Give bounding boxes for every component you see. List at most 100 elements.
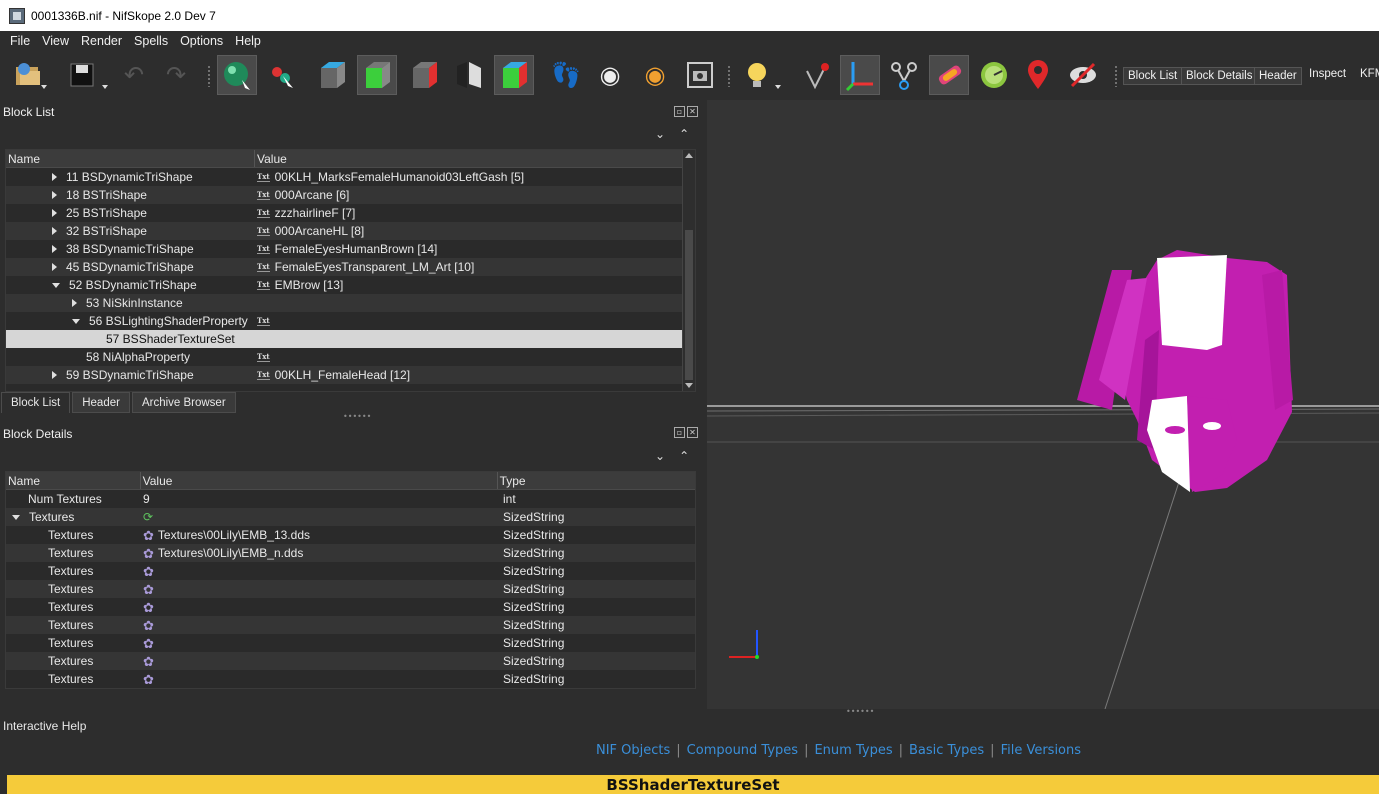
show-markers-button[interactable]: ◉ (635, 55, 675, 95)
select-object-button[interactable] (217, 55, 257, 95)
block-list-row[interactable]: 18 BSTriShape Txt 000Arcane [6] (6, 186, 695, 204)
block-list-scrollbar[interactable] (682, 150, 695, 391)
collapse-all-icon[interactable]: ⌃ (679, 127, 689, 141)
detail-row[interactable]: Textures ✿ SizedString (6, 562, 695, 580)
screenshot-button[interactable] (680, 55, 720, 95)
menu-spells[interactable]: Spells (128, 34, 174, 48)
undo-button[interactable]: ↶ (114, 55, 154, 95)
close-icon[interactable]: ✕ (687, 106, 698, 117)
expand-arrow-icon[interactable] (52, 245, 57, 253)
block-list-row[interactable]: 58 NiAlphaProperty Txt (6, 348, 695, 366)
detail-row[interactable]: Textures ✿ SizedString (6, 634, 695, 652)
column-name[interactable]: Name (6, 150, 255, 167)
block-list-row[interactable]: 11 BSDynamicTriShape Txt 00KLH_MarksFemale… (6, 168, 695, 186)
collapse-all-icon[interactable]: ⌃ (679, 449, 689, 463)
scroll-down-icon[interactable] (685, 383, 693, 388)
detail-row[interactable]: Textures ✿ Textures\00Lily\EMB_13.dds Sized… (6, 526, 695, 544)
redo-button[interactable]: ↷ (156, 55, 196, 95)
detail-row[interactable]: Textures ✿ SizedString (6, 616, 695, 634)
link-enum-types[interactable]: Enum Types (814, 743, 892, 758)
expand-arrow-icon[interactable] (52, 371, 57, 379)
toggle-block-details-button[interactable]: Block Details (1181, 67, 1258, 85)
texture-choose-icon[interactable]: ✿ (143, 673, 154, 686)
detail-value-cell[interactable]: 9 (141, 490, 499, 508)
block-list-row[interactable]: 32 BSTriShape Txt 000ArcaneHL [8] (6, 222, 695, 240)
select-vertex-button[interactable] (262, 55, 302, 95)
column-value[interactable]: Value (255, 150, 683, 167)
block-list-tree[interactable]: Name Value 11 BSDynamicTriShape Txt 00KLH_… (5, 149, 696, 392)
open-file-button[interactable] (8, 55, 48, 95)
draw-constraints-button[interactable] (974, 55, 1014, 95)
block-list-row[interactable]: 38 BSDynamicTriShape Txt FemaleEyesHumanBr… (6, 240, 695, 258)
menu-options[interactable]: Options (174, 34, 229, 48)
block-list-row[interactable]: 45 BSDynamicTriShape Txt FemaleEyesTranspa… (6, 258, 695, 276)
detail-value-cell[interactable]: ✿ (141, 670, 499, 688)
block-list-row[interactable]: 53 NiSkinInstance (6, 294, 695, 312)
detail-value-cell[interactable]: ✿ (141, 562, 499, 580)
expand-all-icon[interactable]: ⌄ (655, 127, 665, 141)
expand-arrow-icon[interactable] (52, 227, 57, 235)
walk-mode-button[interactable]: 👣 (546, 55, 586, 95)
detail-value-cell[interactable]: ✿ (141, 616, 499, 634)
tab-archive-browser[interactable]: Archive Browser (131, 392, 236, 413)
menu-render[interactable]: Render (75, 34, 128, 48)
block-details-tree[interactable]: Name Value Type Num Textures 9 int Textures… (5, 471, 696, 689)
view-front-button[interactable] (357, 55, 397, 95)
detail-row[interactable]: Textures ✿ SizedString (6, 652, 695, 670)
lighting-button[interactable] (737, 55, 777, 95)
draw-nodes-button[interactable] (797, 55, 837, 95)
detail-value-cell[interactable]: ✿ Textures\00Lily\EMB_n.dds (141, 544, 499, 562)
detail-value-cell[interactable]: ✿ (141, 598, 499, 616)
collapse-arrow-icon[interactable] (72, 318, 80, 324)
detail-row[interactable]: Textures ✿ SizedString (6, 670, 695, 688)
float-icon[interactable]: ▫ (674, 106, 685, 117)
draw-furniture-button[interactable] (1018, 55, 1058, 95)
expand-arrow-icon[interactable] (72, 299, 77, 307)
inspect-button[interactable]: Inspect (1309, 68, 1346, 80)
link-file-versions[interactable]: File Versions (1001, 743, 1081, 758)
block-list-row[interactable]: 56 BSLightingShaderProperty Txt (6, 312, 695, 330)
menu-file[interactable]: File (4, 34, 36, 48)
float-icon[interactable]: ▫ (674, 427, 685, 438)
block-list-row[interactable]: 25 BSTriShape Txt zzzhairlineF [7] (6, 204, 695, 222)
view-perspective-button[interactable] (450, 55, 490, 95)
viewport-splitter-handle[interactable]: •••••• (846, 707, 874, 716)
collapse-arrow-icon[interactable] (12, 514, 20, 520)
block-list-row[interactable]: 52 BSDynamicTriShape Txt EMBrow [13] (6, 276, 695, 294)
scroll-up-icon[interactable] (685, 153, 693, 158)
detail-row[interactable]: Num Textures 9 int (6, 490, 695, 508)
texture-choose-icon[interactable]: ✿ (143, 529, 154, 542)
block-list-row[interactable]: 59 BSDynamicTriShape Txt 00KLH_FemaleHead … (6, 366, 695, 384)
texture-choose-icon[interactable]: ✿ (143, 565, 154, 578)
splitter-handle[interactable]: •••••• (343, 412, 371, 421)
show-hidden-button[interactable]: ◉ (590, 55, 630, 95)
tab-block-list[interactable]: Block List (1, 392, 71, 413)
scroll-thumb[interactable] (685, 230, 693, 380)
texture-choose-icon[interactable]: ✿ (143, 619, 154, 632)
block-list-row[interactable]: 57 BSShaderTextureSet (6, 330, 695, 348)
detail-value-cell[interactable]: ✿ (141, 634, 499, 652)
toggle-header-button[interactable]: Header (1254, 67, 1302, 85)
menu-view[interactable]: View (36, 34, 75, 48)
menu-help[interactable]: Help (229, 34, 267, 48)
column-value[interactable]: Value (141, 472, 498, 489)
view-top-button[interactable] (312, 55, 352, 95)
view-user-button[interactable] (494, 55, 534, 95)
draw-bones-button[interactable] (884, 55, 924, 95)
update-array-icon[interactable]: ⟳ (143, 511, 153, 523)
detail-row[interactable]: Textures ⟳ SizedString (6, 508, 695, 526)
expand-arrow-icon[interactable] (52, 209, 57, 217)
link-basic-types[interactable]: Basic Types (909, 743, 984, 758)
texture-choose-icon[interactable]: ✿ (143, 655, 154, 668)
expand-arrow-icon[interactable] (52, 263, 57, 271)
detail-value-cell[interactable]: ⟳ (141, 508, 499, 526)
texture-choose-icon[interactable]: ✿ (143, 637, 154, 650)
detail-row[interactable]: Textures ✿ Textures\00Lily\EMB_n.dds SizedS… (6, 544, 695, 562)
link-nif-objects[interactable]: NIF Objects (596, 743, 670, 758)
detail-value-cell[interactable]: ✿ Textures\00Lily\EMB_13.dds (141, 526, 499, 544)
detail-row[interactable]: Textures ✿ SizedString (6, 580, 695, 598)
column-name[interactable]: Name (6, 472, 141, 489)
draw-havok-button[interactable] (929, 55, 969, 95)
kfm-button[interactable]: KFM (1360, 68, 1379, 80)
detail-value-cell[interactable]: ✿ (141, 580, 499, 598)
